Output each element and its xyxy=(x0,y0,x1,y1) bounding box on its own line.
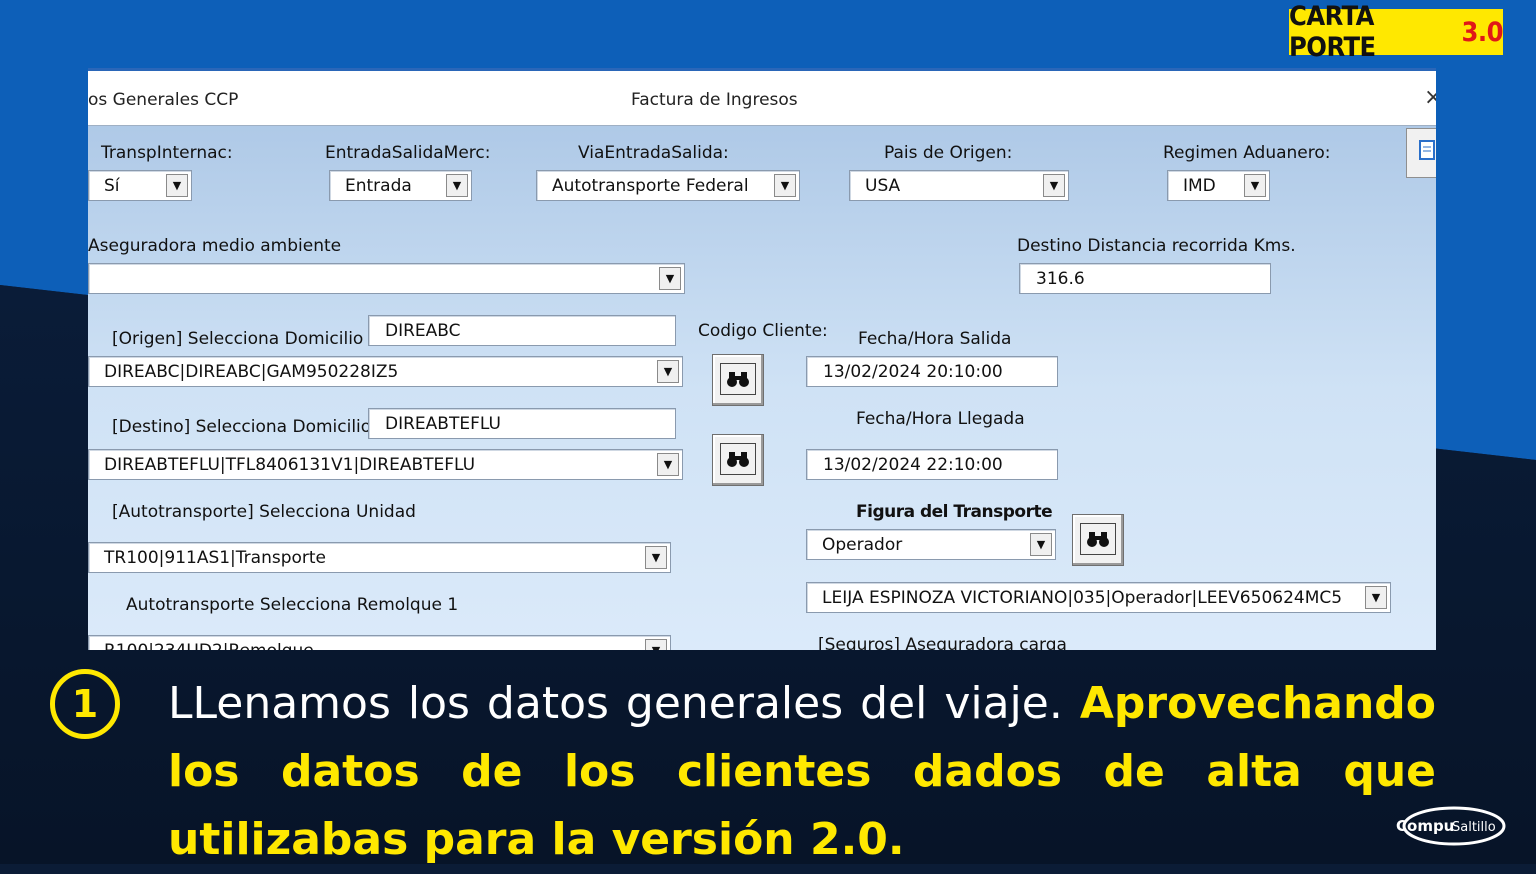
origen-code-input[interactable]: DIREABC xyxy=(368,315,676,346)
application-window: os Generales CCP Factura de Ingresos × T… xyxy=(88,68,1436,650)
fecha-salida-value: 13/02/2024 20:10:00 xyxy=(823,362,1003,382)
carta-porte-badge: CARTA PORTE 3.0 xyxy=(1289,1,1503,63)
document-icon[interactable] xyxy=(1406,128,1436,178)
via-entrada-salida-select[interactable]: Autotransporte Federal ▼ xyxy=(536,170,800,201)
regimen-aduanero-label: Regimen Aduanero: xyxy=(1163,143,1331,163)
chevron-down-icon[interactable]: ▼ xyxy=(645,639,667,650)
figura-search-button[interactable] xyxy=(1072,514,1124,566)
chevron-down-icon[interactable]: ▼ xyxy=(1030,533,1052,556)
transp-internac-label: TranspInternac: xyxy=(101,143,233,163)
close-icon[interactable]: × xyxy=(1424,85,1436,110)
origen-domicilio-value: DIREABC|DIREABC|GAM950228IZ5 xyxy=(104,362,399,382)
destino-code-value: DIREABTEFLU xyxy=(385,414,501,434)
autotransporte-select[interactable]: TR100|911AS1|Transporte ▼ xyxy=(88,542,671,573)
remolque-select[interactable]: R100|234UD2|Remolque ▼ xyxy=(88,635,671,650)
entrada-salida-merc-select[interactable]: Entrada ▼ xyxy=(329,170,472,201)
destino-code-input[interactable]: DIREABTEFLU xyxy=(368,408,676,439)
pais-origen-value: USA xyxy=(865,176,901,196)
aseguradora-medio-ambiente-select[interactable]: ▼ xyxy=(88,263,685,294)
fecha-llegada-input[interactable]: 13/02/2024 22:10:00 xyxy=(806,449,1058,480)
regimen-aduanero-select[interactable]: IMD ▼ xyxy=(1167,170,1270,201)
caption: LLenamos los datos generales del viaje. … xyxy=(168,670,1436,874)
pais-origen-select[interactable]: USA ▼ xyxy=(849,170,1069,201)
binoculars-icon xyxy=(720,443,756,475)
chevron-down-icon[interactable]: ▼ xyxy=(657,360,679,383)
operador-value: LEIJA ESPINOZA VICTORIANO|035|Operador|L… xyxy=(822,588,1343,608)
fecha-llegada-value: 13/02/2024 22:10:00 xyxy=(823,455,1003,475)
chevron-down-icon[interactable]: ▼ xyxy=(1365,586,1387,609)
logo-part1: Compu xyxy=(1396,817,1454,835)
figura-transporte-value: Operador xyxy=(822,535,903,555)
fecha-llegada-label: Fecha/Hora Llegada xyxy=(856,409,1025,429)
autotransporte-value: TR100|911AS1|Transporte xyxy=(104,548,327,568)
chevron-down-icon[interactable]: ▼ xyxy=(166,174,188,197)
entrada-salida-merc-value: Entrada xyxy=(345,176,412,196)
destino-search-button[interactable] xyxy=(712,434,764,486)
chevron-down-icon[interactable]: ▼ xyxy=(446,174,468,197)
origen-search-button[interactable] xyxy=(712,354,764,406)
badge-title: CARTA PORTE xyxy=(1289,1,1376,63)
step-number-badge: 1 xyxy=(50,669,120,739)
caption-text-white: LLenamos los datos generales del viaje. xyxy=(168,678,1063,729)
figura-transporte-select[interactable]: Operador ▼ xyxy=(806,529,1056,560)
chevron-down-icon[interactable]: ▼ xyxy=(1244,174,1266,197)
chevron-down-icon[interactable]: ▼ xyxy=(1043,174,1065,197)
compusaltillo-logo: Compu Saltillo xyxy=(1392,796,1508,852)
destino-domicilio-value: DIREABTEFLU|TFL8406131V1|DIREABTEFLU xyxy=(104,455,476,475)
origen-code-value: DIREABC xyxy=(385,321,461,341)
chevron-down-icon[interactable]: ▼ xyxy=(657,453,679,476)
remolque-value: R100|234UD2|Remolque xyxy=(104,641,314,650)
destino-distancia-value: 316.6 xyxy=(1036,269,1085,289)
binoculars-icon xyxy=(1080,523,1116,555)
operador-select[interactable]: LEIJA ESPINOZA VICTORIANO|035|Operador|L… xyxy=(806,582,1391,613)
autotransporte-label: [Autotransporte] Selecciona Unidad xyxy=(112,502,416,522)
destino-distancia-label: Destino Distancia recorrida Kms. xyxy=(1017,236,1296,256)
origen-domicilio-select[interactable]: DIREABC|DIREABC|GAM950228IZ5 ▼ xyxy=(88,356,683,387)
destino-domicilio-select[interactable]: DIREABTEFLU|TFL8406131V1|DIREABTEFLU ▼ xyxy=(88,449,683,480)
fecha-salida-label: Fecha/Hora Salida xyxy=(858,329,1012,349)
logo-part2: Saltillo xyxy=(1452,820,1496,835)
aseguradora-medio-ambiente-label: Aseguradora medio ambiente xyxy=(88,236,342,256)
binoculars-icon xyxy=(720,363,756,395)
pais-origen-label: Pais de Origen: xyxy=(884,143,1013,163)
destino-distancia-input[interactable]: 316.6 xyxy=(1019,263,1271,294)
transp-internac-select[interactable]: Sí ▼ xyxy=(88,170,192,201)
chevron-down-icon[interactable]: ▼ xyxy=(659,267,681,290)
title-bar: os Generales CCP Factura de Ingresos × xyxy=(88,71,1436,126)
via-entrada-salida-label: ViaEntradaSalida: xyxy=(578,143,729,163)
codigo-cliente-label: Codigo Cliente: xyxy=(698,321,828,341)
via-entrada-salida-value: Autotransporte Federal xyxy=(552,176,749,196)
badge-version: 3.0 xyxy=(1461,16,1503,48)
entrada-salida-merc-label: EntradaSalidaMerc: xyxy=(325,143,491,163)
remolque-label: Autotransporte Selecciona Remolque 1 xyxy=(126,595,459,615)
fecha-salida-input[interactable]: 13/02/2024 20:10:00 xyxy=(806,356,1058,387)
chevron-down-icon[interactable]: ▼ xyxy=(774,174,796,197)
origen-label: [Origen] Selecciona Domicilio xyxy=(112,329,364,349)
regimen-aduanero-value: IMD xyxy=(1183,176,1216,196)
step-number: 1 xyxy=(71,682,99,726)
tab-datos-generales[interactable]: os Generales CCP xyxy=(88,90,238,110)
transp-internac-value: Sí xyxy=(104,176,120,196)
figura-transporte-label: Figura del Transporte xyxy=(856,502,1053,522)
destino-label: [Destino] Selecciona Domicilio xyxy=(112,417,372,437)
seguros-label: [Seguros] Aseguradora carga xyxy=(818,635,1067,650)
chevron-down-icon[interactable]: ▼ xyxy=(645,546,667,569)
window-title: Factura de Ingresos xyxy=(631,90,798,110)
